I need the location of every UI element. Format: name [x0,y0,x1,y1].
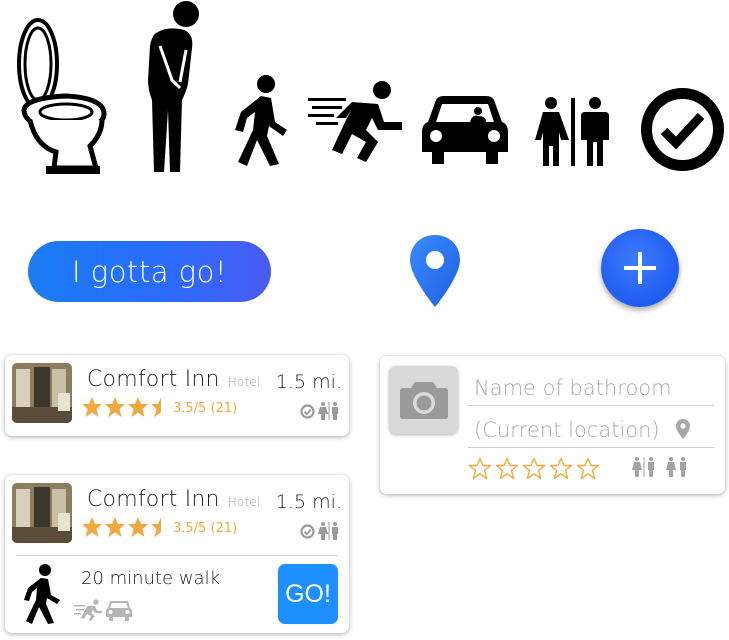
checkmark-circle-icon [641,88,724,171]
add-photo-button[interactable] [389,366,458,434]
drive-mode-icon[interactable] [106,599,132,621]
star-rating [81,516,171,540]
run-mode-icon[interactable] [73,599,103,621]
place-type: Hotel [227,495,261,509]
plus-icon [624,252,656,284]
person-holding-icon [148,1,199,173]
map-pin-icon [410,235,460,307]
place-name: Comfort Inn Hotel [87,487,261,512]
rating-text: 3.5/5 (21) [173,401,238,416]
walk-time-label: 20 minute walk [81,568,221,589]
car-icon [422,96,508,164]
place-type: Hotel [227,375,261,389]
location-pin-button[interactable] [408,233,462,309]
rating-input[interactable] [468,457,600,481]
star-rating [81,396,171,420]
card-divider [16,555,338,556]
running-person-icon [308,81,402,162]
restroom-type-options [632,457,688,477]
amenity-icons [300,522,340,540]
walking-person-icon [235,75,287,166]
i-gotta-go-button[interactable]: I gotta go! [28,241,271,302]
rating-text: 3.5/5 (21) [173,521,238,536]
unisex-restroom-icon[interactable] [666,457,688,477]
location-marker-icon[interactable] [676,419,690,439]
toilet-icon [17,18,107,174]
bathroom-name-input[interactable] [468,370,714,406]
separate-restroom-icon[interactable] [632,457,656,477]
add-bathroom-card [380,356,725,494]
walking-person-icon [24,564,60,624]
listing-card[interactable]: Comfort Inn Hotel 1.5 mi. 3.5/5 (21) [5,355,349,436]
amenity-icons [300,402,340,420]
distance-label: 1.5 mi. [275,371,342,393]
listing-card-expanded[interactable]: Comfort InnHotel 1.5 mi. 3.5/5 (21) 20 [5,475,349,633]
restroom-sign-icon [535,97,609,166]
listing-thumbnail [12,363,72,423]
restroom-small-icon [318,522,338,540]
icon-legend-row [0,0,729,180]
verified-check-icon [300,403,315,419]
listing-thumbnail [12,483,72,543]
go-button[interactable]: GO! [278,564,338,624]
place-name: Comfort Inn Hotel [87,367,261,392]
distance-label: 1.5 mi. [275,491,342,513]
restroom-small-icon [318,402,338,420]
add-bathroom-fab[interactable] [601,229,679,307]
verified-check-icon [300,523,315,539]
camera-icon [399,382,448,419]
